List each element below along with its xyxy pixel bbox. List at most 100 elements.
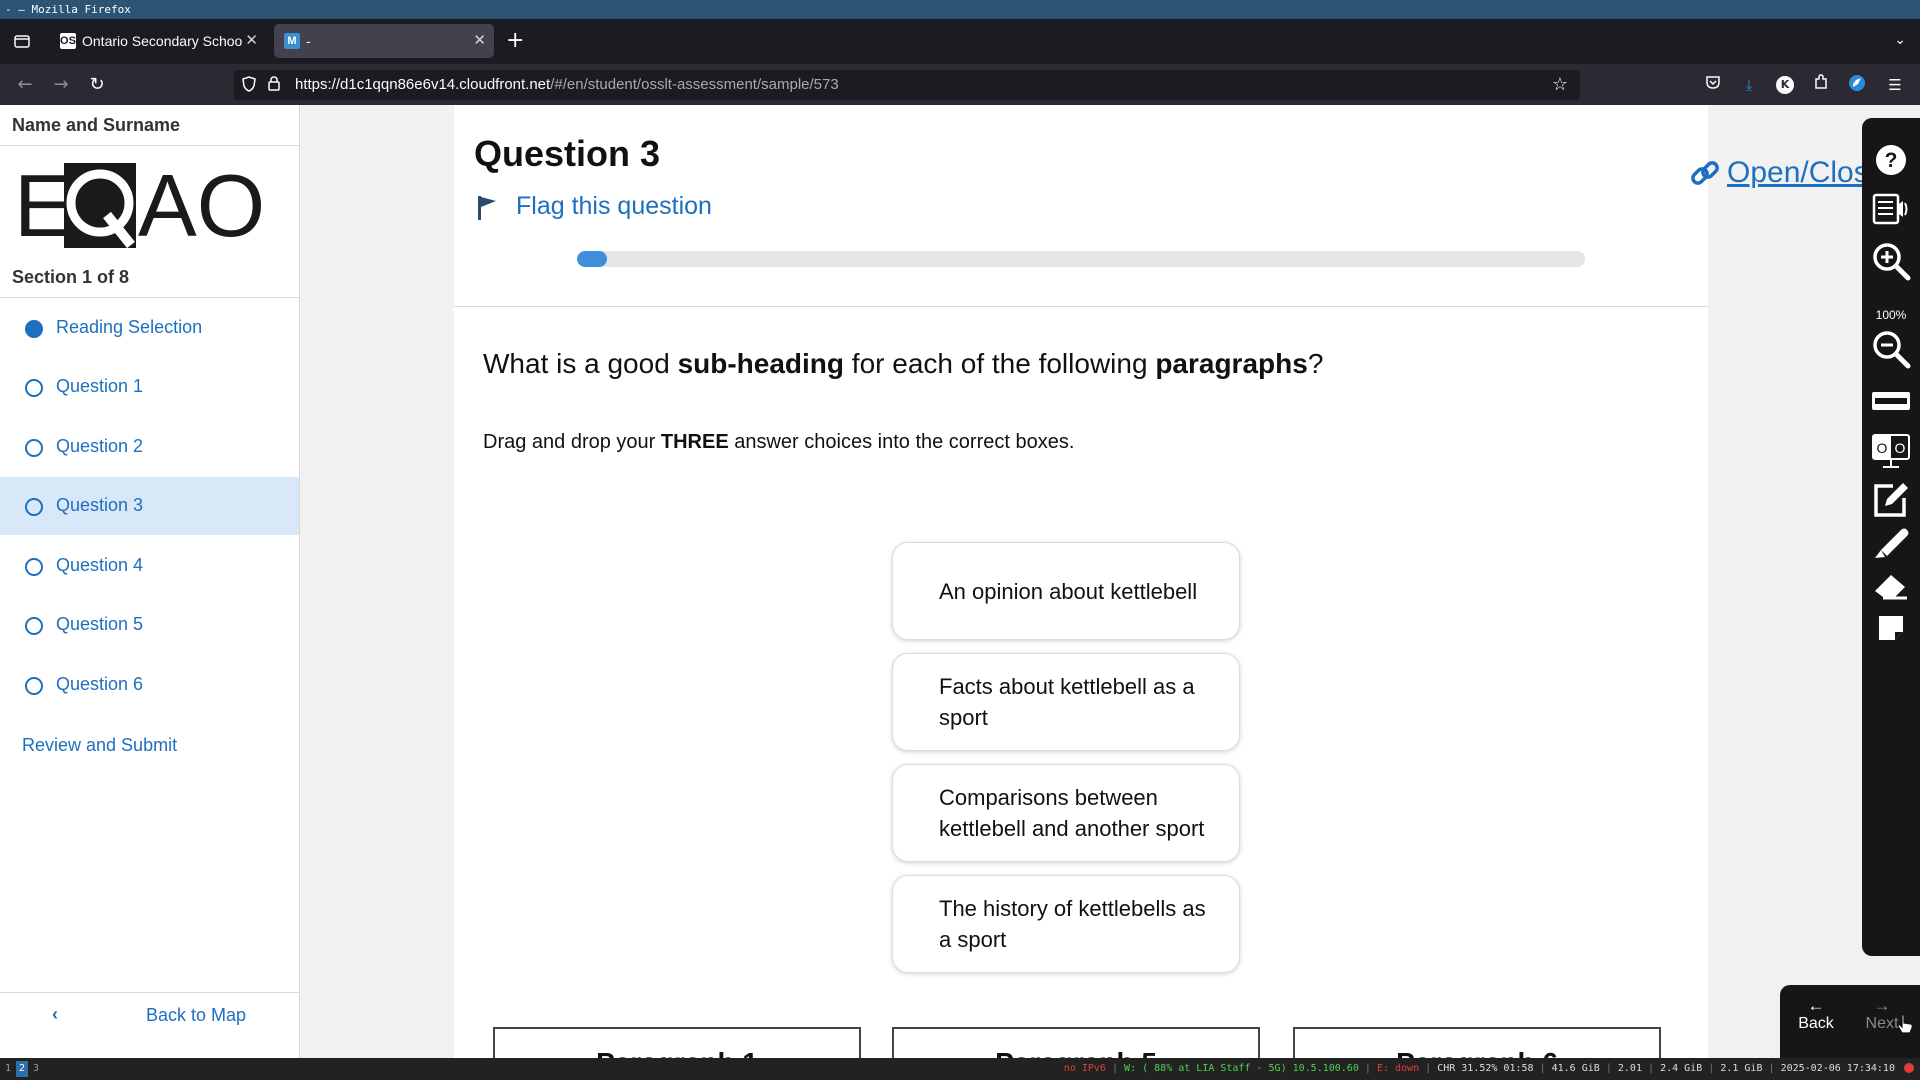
zoom-out-icon[interactable] xyxy=(1871,329,1911,369)
question-title: Question 3 xyxy=(474,133,661,174)
sidebar-item-reading-selection[interactable]: Reading Selection xyxy=(0,299,299,357)
tab-list-icon[interactable] xyxy=(12,31,32,51)
url-bar[interactable]: https://d1c1qqn86e6v14.cloudfront.net/#/… xyxy=(234,70,1580,100)
instruction-text: answer choices into the correct boxes. xyxy=(728,431,1075,453)
drop-target-label: Paragraph 1 xyxy=(495,1047,859,1058)
sidebar-item-label: Question 3 xyxy=(56,495,144,515)
next-label: Next xyxy=(1865,1015,1899,1032)
notepad-icon[interactable] xyxy=(1871,480,1911,520)
drop-target-paragraph-1[interactable]: Paragraph 1 xyxy=(493,1027,861,1058)
site-favicon-icon: OS xyxy=(60,33,76,49)
extensions-icon[interactable] xyxy=(1810,74,1832,96)
close-tab-icon[interactable]: ✕ xyxy=(245,24,258,58)
answer-choice-history[interactable]: The history of kettlebells as a sport xyxy=(892,875,1240,973)
contrast-icon[interactable]: OO xyxy=(1871,431,1911,471)
shield-icon[interactable] xyxy=(242,76,256,96)
download-icon[interactable]: ⤓ xyxy=(1738,74,1760,96)
tab-active[interactable]: M - ✕ xyxy=(274,24,494,58)
reload-icon[interactable]: ↻ xyxy=(84,72,110,98)
svg-text:E: E xyxy=(14,156,73,253)
svg-text:O: O xyxy=(1877,440,1888,456)
drop-target-paragraph-5[interactable]: Paragraph 5 xyxy=(892,1027,1260,1058)
network-indicator-icon xyxy=(1904,1063,1914,1073)
flag-label: Flag this question xyxy=(516,192,712,220)
eraser-icon[interactable] xyxy=(1871,565,1911,605)
tab-label: Ontario Secondary School xyxy=(82,33,242,49)
text-to-speech-icon[interactable] xyxy=(1871,189,1911,229)
svg-text:O: O xyxy=(1895,440,1906,456)
battery-status: CHR 31.52% 01:58 xyxy=(1437,1063,1534,1074)
workspace-2[interactable]: 2 xyxy=(16,1061,28,1077)
load-status: 2.01 xyxy=(1617,1063,1642,1074)
status-indicators: no IPv6 | W: ( 88% at LIA Staff - 5G) 10… xyxy=(1064,1058,1914,1080)
back-to-map-button[interactable]: ‹ Back to Map xyxy=(0,992,299,1040)
zoom-in-icon[interactable] xyxy=(1871,241,1911,281)
ipv6-status: no IPv6 xyxy=(1063,1063,1106,1074)
back-arrow-icon[interactable]: ← xyxy=(12,72,38,98)
extension-blue-icon[interactable] xyxy=(1846,74,1868,96)
sidebar-item-question-5[interactable]: Question 5 xyxy=(0,596,299,654)
hamburger-menu-icon[interactable]: ☰ xyxy=(1884,74,1906,96)
progress-bar xyxy=(577,251,1585,267)
radio-filled-icon xyxy=(25,320,43,338)
review-and-submit-link[interactable]: Review and Submit xyxy=(22,735,177,756)
zoom-level: 100% xyxy=(1875,308,1907,322)
sidebar-divider xyxy=(0,297,300,298)
answer-choice-facts[interactable]: Facts about kettlebell as a sport xyxy=(892,653,1240,751)
clock: 2025-02-06 17:34:10 xyxy=(1780,1063,1895,1074)
answer-choice-opinion[interactable]: An opinion about kettlebell xyxy=(892,542,1240,640)
ethernet-status: E: down xyxy=(1376,1063,1420,1074)
choice-text: An opinion about kettlebell xyxy=(939,578,1198,604)
pocket-icon[interactable] xyxy=(1702,74,1724,96)
card-divider xyxy=(454,306,1708,307)
bookmark-star-icon[interactable]: ☆ xyxy=(1552,74,1568,95)
url-path: /#/en/student/osslt-assessment/sample/57… xyxy=(550,76,839,93)
section-label: Section 1 of 8 xyxy=(12,267,130,287)
sidebar-item-question-3[interactable]: Question 3 xyxy=(0,477,299,535)
highlighter-icon[interactable] xyxy=(1871,522,1911,562)
account-avatar-icon[interactable]: K xyxy=(1776,76,1794,94)
close-tab-icon[interactable]: ✕ xyxy=(473,24,486,58)
question-instruction: Drag and drop your THREE answer choices … xyxy=(483,431,1074,454)
sticky-note-icon[interactable] xyxy=(1871,608,1911,648)
workspace-3[interactable]: 3 xyxy=(30,1061,42,1077)
answer-choice-comparisons[interactable]: Comparisons between kettlebell and anoth… xyxy=(892,764,1240,862)
instruction-emphasis: THREE xyxy=(660,431,729,453)
drop-target-label: Paragraph 6 xyxy=(1295,1047,1659,1058)
tab-strip: OS Ontario Secondary School ✕ M - ✕ + ⌄ xyxy=(0,19,1920,64)
page-content: Name and Surname E AO Section 1 of 8 Rea… xyxy=(0,105,1920,1058)
back-button[interactable]: ← Back xyxy=(1786,997,1846,1033)
help-icon[interactable]: ? xyxy=(1871,140,1911,180)
prompt-text: for each of the following xyxy=(844,348,1156,379)
instruction-text: Drag and drop your xyxy=(483,431,661,453)
drop-target-paragraph-6[interactable]: Paragraph 6 xyxy=(1293,1027,1661,1058)
swap-status: 2.1 GiB xyxy=(1720,1063,1763,1074)
sidebar-item-label: Reading Selection xyxy=(56,317,203,337)
prompt-text: What is a good xyxy=(483,348,678,379)
system-status-bar: 1 2 3 no IPv6 | W: ( 88% at LIA Staff - … xyxy=(0,1058,1920,1080)
sidebar-divider xyxy=(0,145,300,146)
sidebar-item-label: Question 5 xyxy=(56,614,144,634)
memory-status: 2.4 GiB xyxy=(1660,1063,1703,1074)
prompt-emphasis: sub-heading xyxy=(677,348,845,379)
sidebar-item-question-1[interactable]: Question 1 xyxy=(0,358,299,416)
chevron-down-icon[interactable]: ⌄ xyxy=(1894,32,1906,48)
sidebar-item-question-4[interactable]: Question 4 xyxy=(0,537,299,595)
lock-icon[interactable] xyxy=(268,76,280,95)
back-to-map-label: Back to Map xyxy=(146,1005,247,1025)
radio-empty-icon xyxy=(25,677,43,695)
choice-text: Facts about kettlebell as a sport xyxy=(939,674,1195,730)
svg-text:AO: AO xyxy=(138,156,265,253)
forward-arrow-icon[interactable]: → xyxy=(48,72,74,98)
sidebar-item-question-2[interactable]: Question 2 xyxy=(0,418,299,476)
flag-icon xyxy=(478,196,496,220)
workspace-1[interactable]: 1 xyxy=(2,1061,14,1077)
window-title: - — Mozilla Firefox xyxy=(0,0,1920,19)
new-tab-button[interactable]: + xyxy=(506,28,524,54)
sidebar-item-question-6[interactable]: Question 6 xyxy=(0,656,299,714)
line-reader-icon[interactable] xyxy=(1871,381,1911,421)
tab-ontario-secondary-school[interactable]: OS Ontario Secondary School ✕ xyxy=(50,24,266,58)
tab-label: - xyxy=(306,33,311,49)
sidebar-item-label: Question 4 xyxy=(56,555,144,575)
choice-text: The history of kettlebells as a sport xyxy=(939,896,1206,952)
